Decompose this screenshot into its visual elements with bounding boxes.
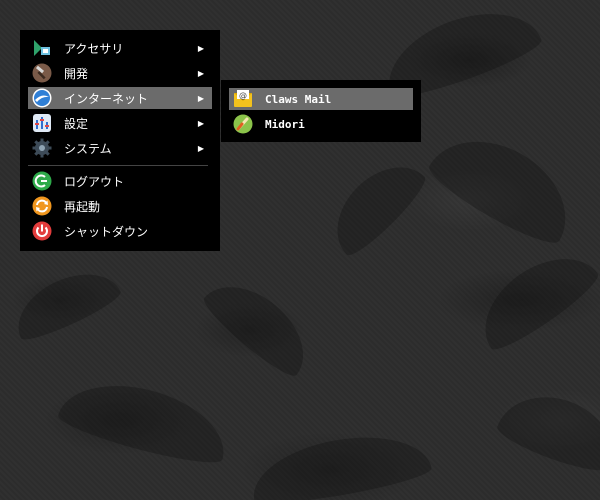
menu-item-shutdown[interactable]: シャットダウン (28, 220, 212, 242)
menu-item-label: アクセサリ (64, 41, 124, 56)
menu-item-logout[interactable]: ログアウト (28, 170, 212, 192)
submenu-arrow-icon: ▶ (197, 118, 204, 128)
menu-item-label: インターネット (64, 91, 149, 106)
menu-item-accessories[interactable]: アクセサリ ▶ (28, 37, 212, 59)
menu-item-label: シャットダウン (64, 224, 149, 239)
main-menu: アクセサリ ▶ 開発 ▶ インターネット ▶ 設定 ▶ システム ▶ ログアウト… (20, 30, 220, 251)
submenu-item-label: Midori (265, 117, 305, 131)
system-icon (32, 138, 52, 158)
internet-icon (32, 88, 52, 108)
internet-submenu: @ Claws Mail Midori (221, 80, 421, 142)
shutdown-icon (32, 221, 52, 241)
submenu-arrow-icon: ▶ (197, 43, 204, 53)
development-icon (32, 63, 52, 83)
logout-icon (32, 171, 52, 191)
submenu-arrow-icon: ▶ (197, 143, 204, 153)
menu-item-label: システム (64, 141, 112, 156)
submenu-item-label: Claws Mail (265, 92, 332, 106)
menu-item-internet[interactable]: インターネット ▶ (28, 87, 212, 109)
menu-item-settings[interactable]: 設定 ▶ (28, 112, 212, 134)
submenu-item-midori[interactable]: Midori (229, 113, 413, 135)
menu-item-system[interactable]: システム ▶ (28, 137, 212, 159)
settings-icon (32, 113, 52, 133)
accessories-icon (32, 38, 52, 58)
reboot-icon (32, 196, 52, 216)
submenu-arrow-icon: ▶ (197, 93, 204, 103)
menu-item-reboot[interactable]: 再起動 (28, 195, 212, 217)
menu-item-label: ログアウト (64, 174, 125, 189)
menu-item-development[interactable]: 開発 ▶ (28, 62, 212, 84)
browser-icon (233, 114, 253, 134)
mail-icon: @ (233, 89, 253, 109)
menu-item-label: 再起動 (64, 199, 101, 214)
menu-separator (28, 165, 208, 166)
menu-item-label: 開発 (64, 66, 89, 81)
submenu-arrow-icon: ▶ (197, 68, 204, 78)
svg-text:@: @ (239, 91, 247, 100)
submenu-item-claws-mail[interactable]: @ Claws Mail (229, 88, 413, 110)
menu-item-label: 設定 (64, 116, 89, 131)
